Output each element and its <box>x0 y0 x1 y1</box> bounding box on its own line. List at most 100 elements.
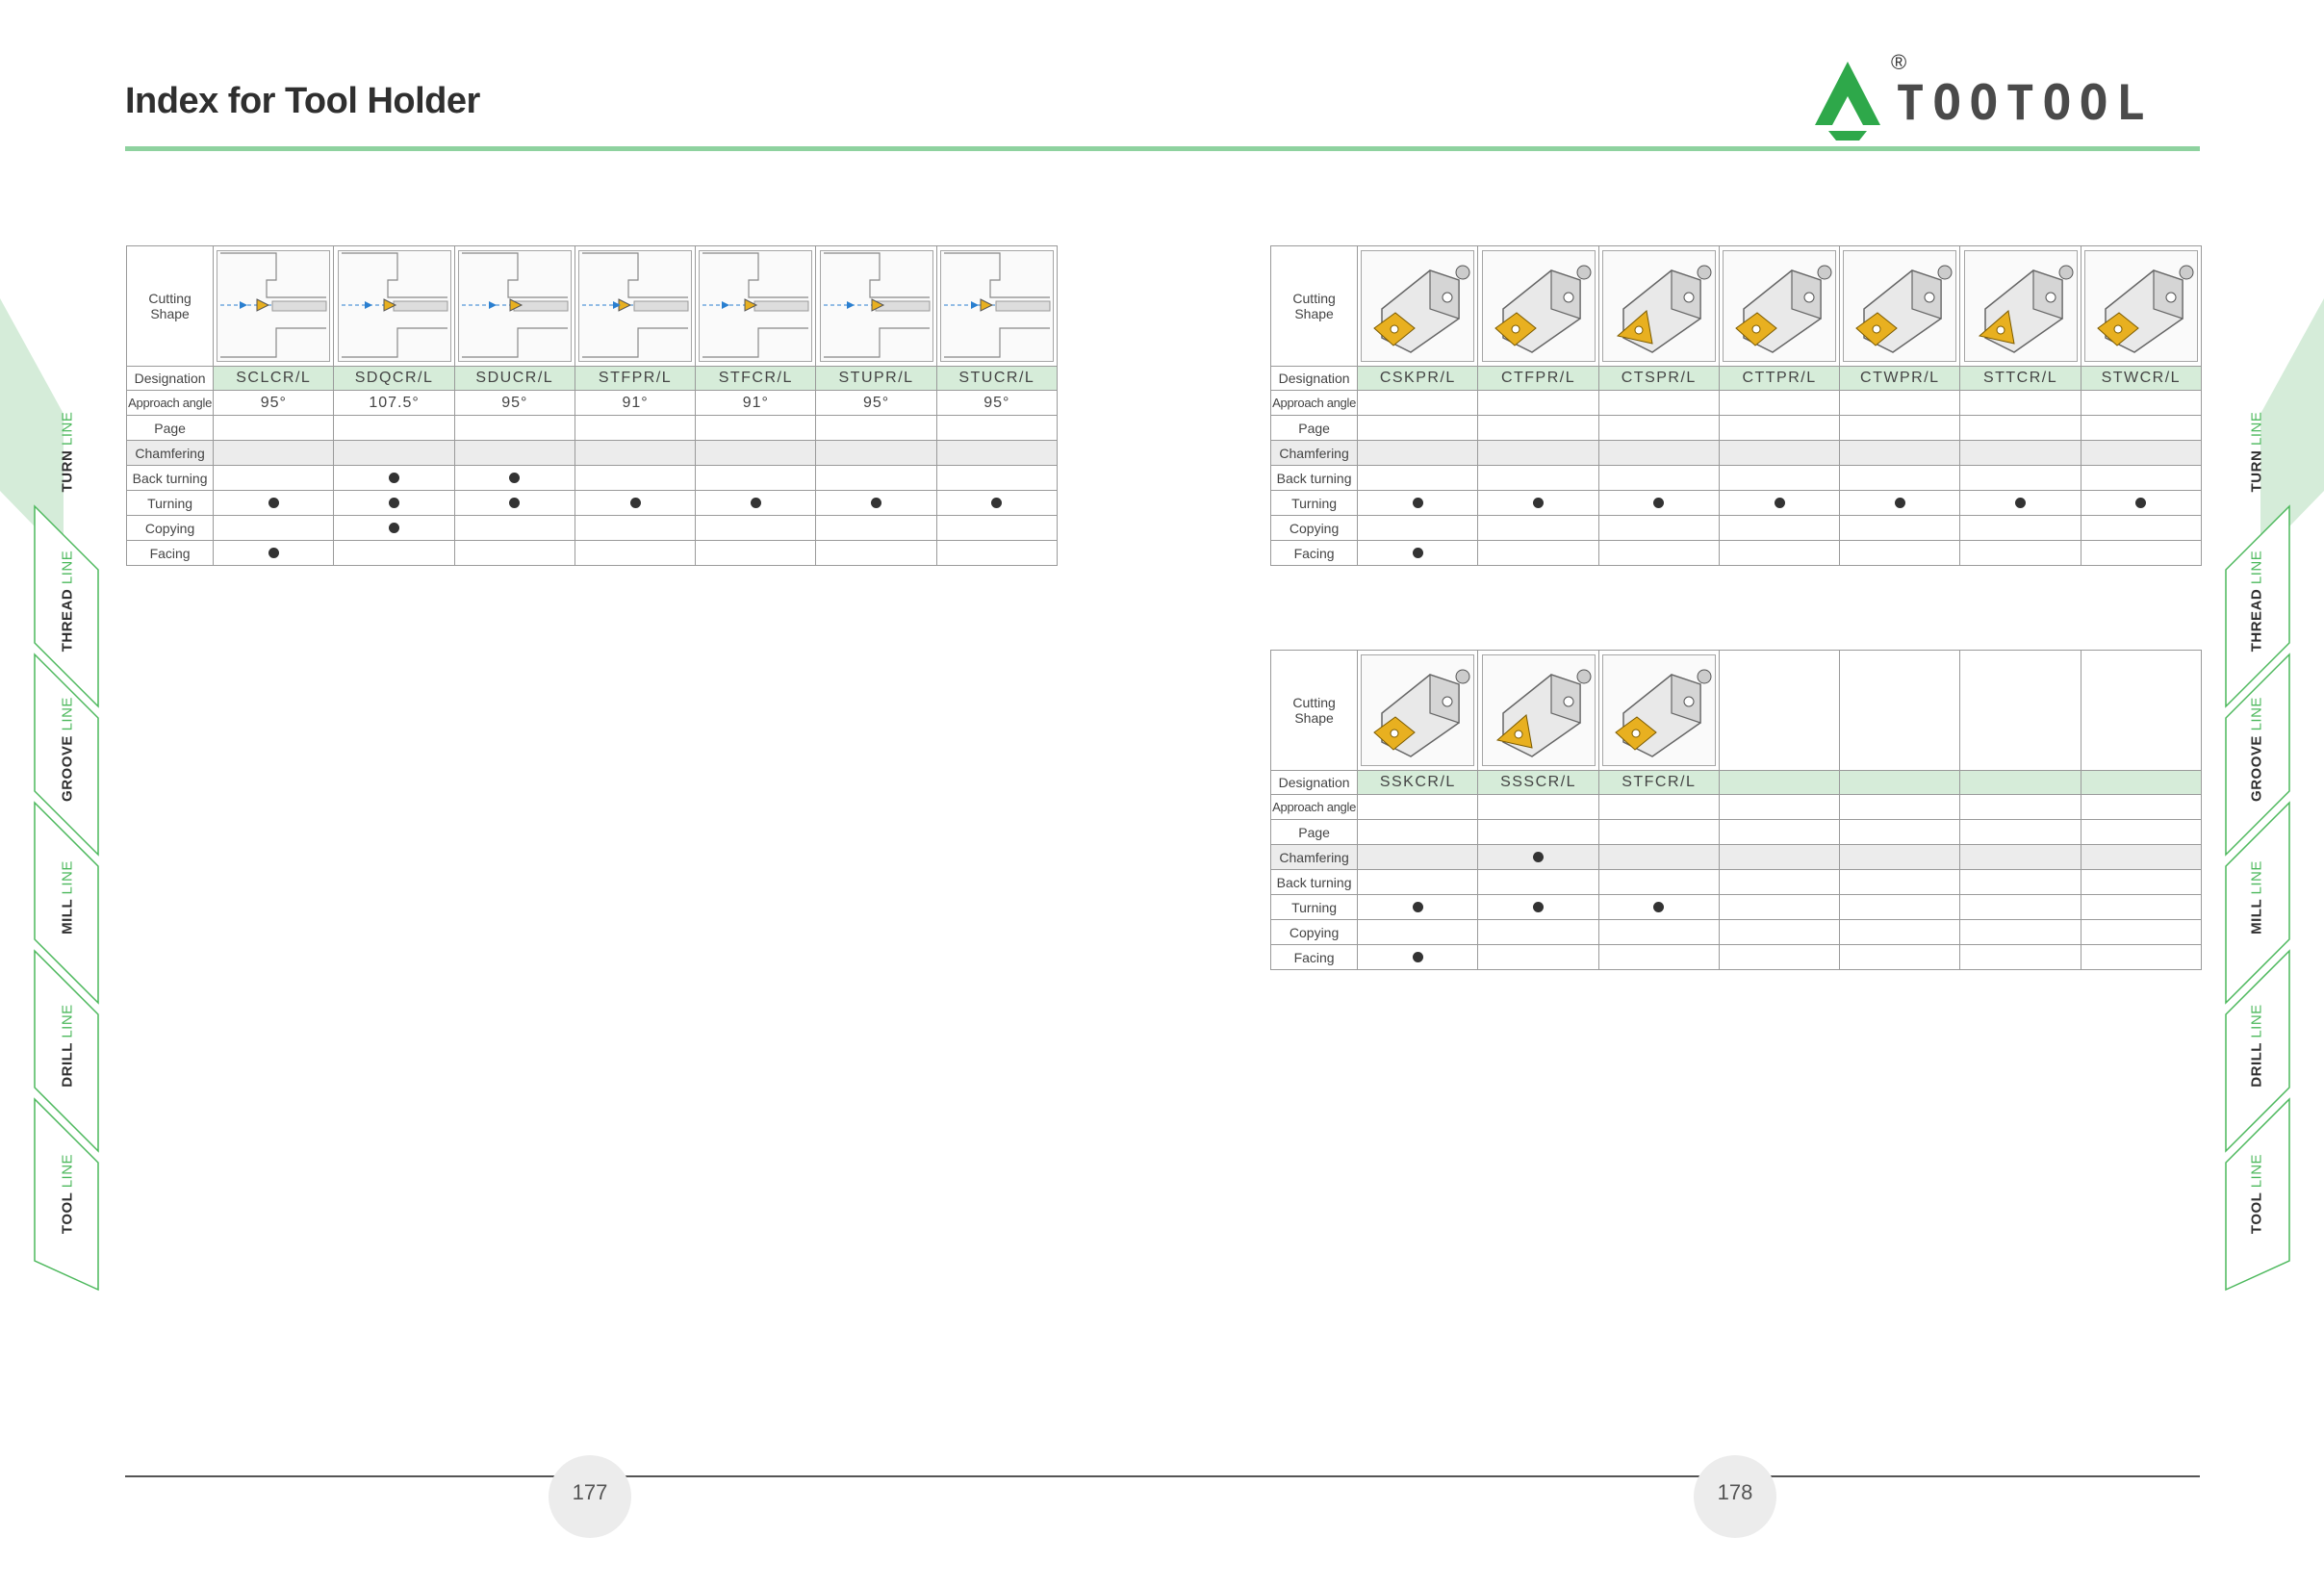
side-tab-label-bold: TOOL <box>2248 1191 2265 1235</box>
facing-cell <box>1597 944 1720 970</box>
cutting-shape-cell <box>1477 245 1599 367</box>
facing-cell <box>1357 944 1479 970</box>
turning-cell <box>1959 894 2081 920</box>
facing-cell <box>2080 540 2203 566</box>
cutting-shape-cell <box>1839 650 1961 771</box>
chamfering-cell <box>1597 440 1720 466</box>
designation-cell <box>1959 770 2081 795</box>
copying-cell <box>1839 919 1961 945</box>
facing-cell <box>1718 944 1841 970</box>
row-label-approach: Approach angle <box>1269 794 1359 820</box>
cutting-shape-image <box>337 250 451 362</box>
side-tab-mill[interactable]: MILL LINE <box>34 835 101 960</box>
copying-cell <box>1718 515 1841 541</box>
chamfering-cell <box>1477 844 1599 870</box>
chamfering-cell <box>1839 440 1961 466</box>
row-label-back: Back turning <box>1269 869 1359 895</box>
applicable-dot <box>1894 497 1905 508</box>
side-tab-label: THREAD LINE <box>60 539 76 664</box>
designation-cell <box>1839 770 1961 795</box>
copying-cell <box>574 515 697 541</box>
row-label-page: Page <box>1269 415 1359 441</box>
side-tab-label: GROOVE LINE <box>60 687 76 812</box>
approach-angle-cell: 91° <box>574 390 697 416</box>
approach-angle-cell <box>1839 390 1961 416</box>
applicable-dot <box>1412 497 1423 508</box>
side-tab-label: THREAD LINE <box>2249 539 2265 664</box>
copying-cell <box>1357 515 1479 541</box>
approach-angle-cell <box>1718 794 1841 820</box>
side-tab-mill[interactable]: MILL LINE <box>2223 835 2290 960</box>
side-tab-label-line: LINE <box>59 550 76 585</box>
row-label-turning: Turning <box>1269 894 1359 920</box>
turning-cell <box>1357 894 1479 920</box>
facing-cell <box>815 540 937 566</box>
row-label-designation: Designation <box>1269 770 1359 795</box>
applicable-dot <box>1533 497 1545 508</box>
cutting-shape-cell <box>695 245 817 367</box>
applicable-dot <box>1533 851 1545 862</box>
tootool-logo-icon <box>1815 62 1880 141</box>
page-cell <box>1959 819 2081 845</box>
cutting-shape-cell <box>1959 245 2081 367</box>
turning-cell <box>333 490 455 516</box>
side-tab-label-line: LINE <box>2248 550 2265 585</box>
designation-cell: STUPR/L <box>815 366 937 391</box>
side-tab-label: DRILL LINE <box>2249 984 2265 1109</box>
facing-cell <box>1839 944 1961 970</box>
side-tab-groove[interactable]: GROOVE LINE <box>34 687 101 812</box>
side-tab-turn[interactable]: TURN LINE <box>34 390 101 515</box>
applicable-dot <box>509 497 521 508</box>
row-label-approach: Approach angle <box>125 390 215 416</box>
cutting-shape-image <box>819 250 933 362</box>
page-cell <box>1718 415 1841 441</box>
facing-cell <box>333 540 455 566</box>
applicable-dot <box>1412 901 1423 912</box>
row-label-back: Back turning <box>1269 465 1359 491</box>
shape-label: Shape <box>150 306 190 321</box>
cutting-shape-cell <box>935 245 1059 367</box>
row-label-cutting-shape: Cutting Shape <box>1269 650 1359 771</box>
copying-cell <box>1959 919 2081 945</box>
back-cell <box>1477 869 1599 895</box>
page-cell <box>453 415 575 441</box>
cutting-shape-image <box>699 250 813 362</box>
page-cell <box>1839 819 1961 845</box>
facing-cell <box>1477 944 1599 970</box>
side-tab-drill[interactable]: DRILL LINE <box>34 984 101 1109</box>
row-label-designation: Designation <box>125 366 215 391</box>
copying-cell <box>1477 515 1599 541</box>
row-label-facing: Facing <box>125 540 215 566</box>
side-tab-thread[interactable]: THREAD LINE <box>2223 539 2290 664</box>
side-tab-drill[interactable]: DRILL LINE <box>2223 984 2290 1109</box>
side-tab-label-bold: GROOVE <box>2248 735 2265 802</box>
copying-cell <box>1597 515 1720 541</box>
approach-angle-cell: 95° <box>213 390 335 416</box>
applicable-dot <box>1533 901 1545 912</box>
page-cell <box>695 415 817 441</box>
back-cell <box>1718 465 1841 491</box>
cutting-shape-image <box>217 250 331 362</box>
approach-angle-cell: 107.5° <box>333 390 455 416</box>
side-tab-label-bold: TURN <box>2248 449 2265 493</box>
side-tab-label-line: LINE <box>59 1004 76 1038</box>
registered-mark: ® <box>1891 50 1907 74</box>
copying-cell <box>1839 515 1961 541</box>
side-tab-label-line: LINE <box>2248 697 2265 731</box>
row-label-page: Page <box>125 415 215 441</box>
side-tab-tool[interactable]: TOOL LINE <box>34 1132 101 1257</box>
facing-cell <box>1959 540 2081 566</box>
side-tab-tool[interactable]: TOOL LINE <box>2223 1132 2290 1257</box>
side-tab-turn[interactable]: TURN LINE <box>2223 390 2290 515</box>
designation-cell: SSSCR/L <box>1477 770 1599 795</box>
row-label-chamfering: Chamfering <box>1269 440 1359 466</box>
approach-angle-cell: 91° <box>695 390 817 416</box>
cutting-shape-image <box>1843 250 1957 362</box>
applicable-dot <box>1412 547 1423 558</box>
side-tab-thread[interactable]: THREAD LINE <box>34 539 101 664</box>
approach-angle-cell: 95° <box>815 390 937 416</box>
copying-cell <box>1477 919 1599 945</box>
page-cell <box>1597 819 1720 845</box>
page-title: Index for Tool Holder <box>125 81 480 121</box>
side-tab-groove[interactable]: GROOVE LINE <box>2223 687 2290 812</box>
